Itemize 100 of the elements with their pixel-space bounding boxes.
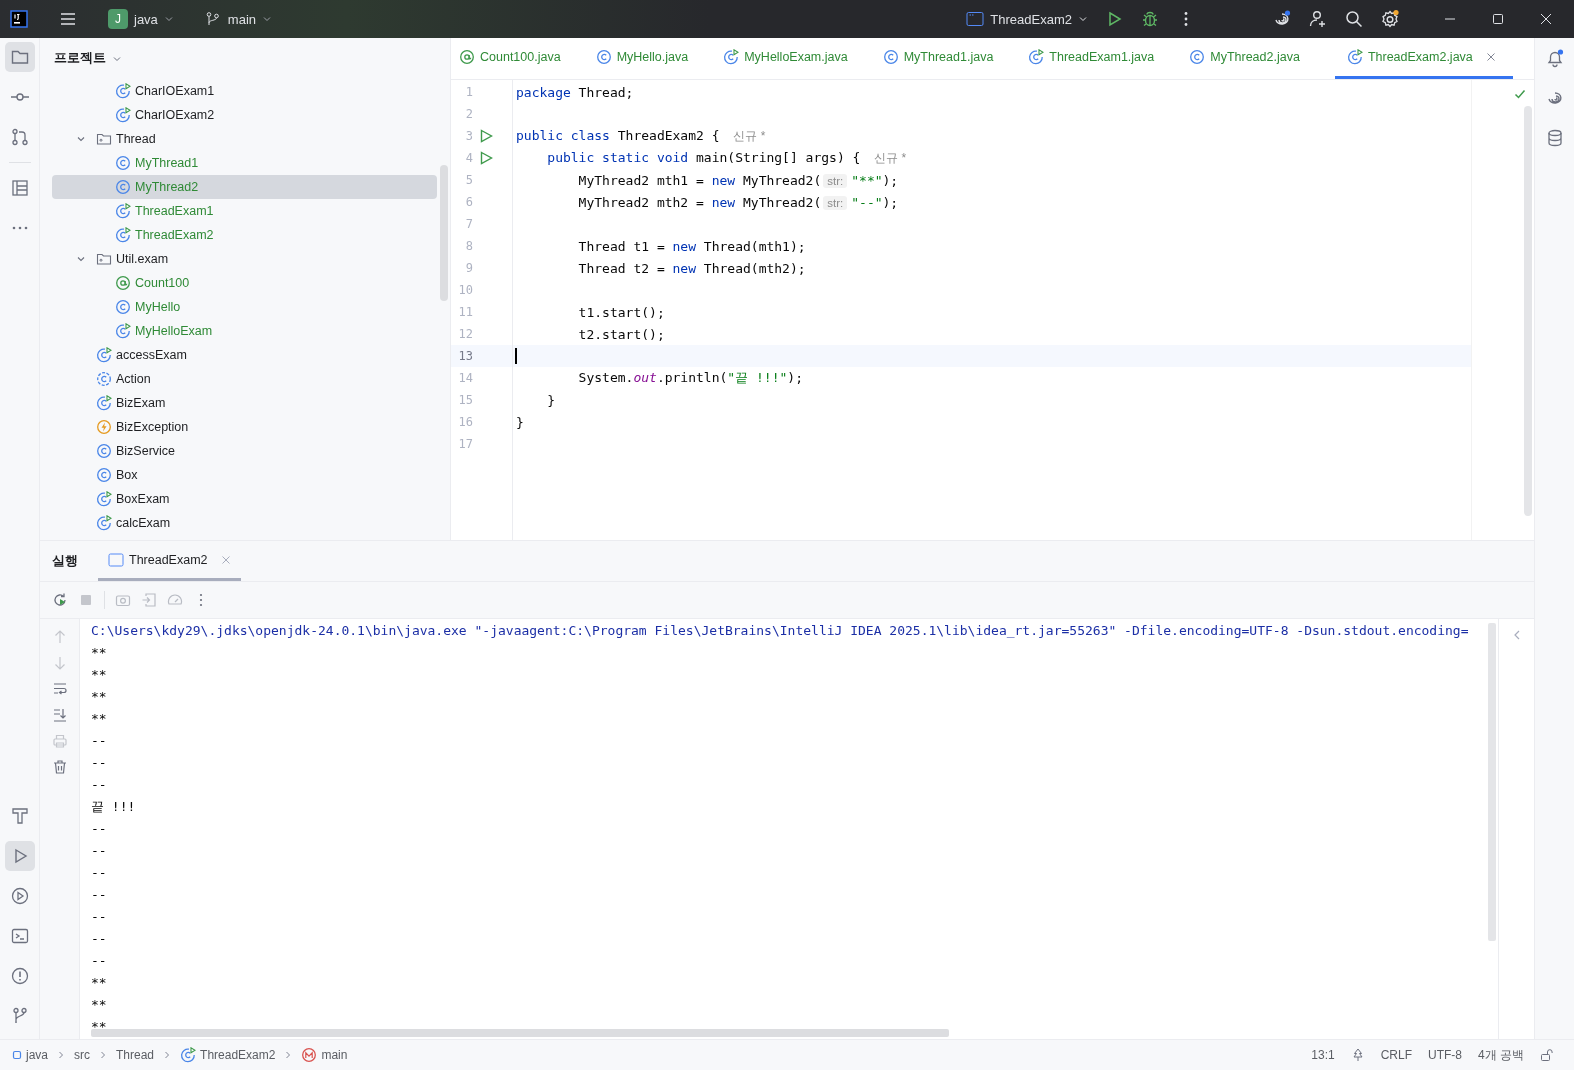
line-number: 10	[457, 283, 473, 297]
chevron-icon[interactable]	[76, 134, 86, 144]
search-icon[interactable]	[1344, 9, 1364, 29]
console-line: --	[91, 842, 107, 860]
unlock-icon[interactable]	[1540, 1048, 1554, 1062]
tree-item[interactable]: accessExam	[52, 343, 437, 367]
runnable-class-icon	[723, 49, 740, 65]
editor-tab[interactable]: MyHello.java	[595, 38, 706, 79]
chevron-icon[interactable]	[76, 254, 86, 264]
code-line: MyThread2 mth1 = new MyThread2( str: "**");	[577, 172, 899, 188]
maximize-icon[interactable]	[1492, 13, 1504, 25]
breadcrumb[interactable]: main	[301, 1047, 348, 1063]
problems-icon[interactable]	[9, 966, 30, 986]
editor-tab[interactable]: MyThread2.java	[1189, 38, 1317, 79]
code-line: MyThread2 mth2 = new MyThread2( str: "--");	[577, 194, 899, 210]
project-selector[interactable]: J java	[100, 5, 182, 33]
console-line: --	[91, 776, 107, 794]
class-icon	[115, 299, 131, 315]
settings-icon[interactable]	[1380, 9, 1400, 29]
scrollbar[interactable]	[91, 1029, 949, 1037]
breadcrumb[interactable]: java	[12, 1048, 48, 1062]
tree-item[interactable]: MyHelloExam	[52, 319, 437, 343]
breadcrumb[interactable]: src	[74, 1048, 90, 1062]
services-icon[interactable]	[9, 886, 30, 906]
tree-item[interactable]: BoxExam	[52, 487, 437, 511]
branch-selector[interactable]: main	[195, 7, 281, 31]
caret-icon	[163, 14, 174, 24]
rerun-icon[interactable]	[52, 592, 68, 608]
project-tool-button[interactable]	[4, 42, 35, 72]
chevron-right-icon	[56, 1050, 66, 1060]
run-configuration-selector[interactable]: ThreadExam2	[958, 7, 1096, 31]
class-icon	[96, 443, 112, 459]
runnable-class-icon	[96, 491, 112, 507]
line-number: 3	[464, 129, 473, 143]
breadcrumb[interactable]: Thread	[116, 1048, 155, 1062]
tree-item[interactable]: ThreadExam1	[52, 199, 437, 223]
scrollbar[interactable]	[1488, 623, 1496, 941]
tree-item[interactable]: CharIOExam1	[52, 79, 437, 103]
editor-tab[interactable]: MyHelloExam.java	[723, 38, 865, 79]
code-line: System.out.println("끝 !!!");	[577, 369, 803, 387]
tree-item[interactable]: calcExam	[52, 511, 437, 535]
console-line: --	[91, 952, 107, 970]
tree-item[interactable]: ThreadExam2	[52, 223, 437, 247]
editor-tab[interactable]: ThreadExam1.java	[1028, 38, 1172, 79]
scrollbar[interactable]	[1524, 106, 1532, 516]
run-icon[interactable]	[479, 151, 493, 165]
project-view-selector[interactable]: 프로젝트	[48, 49, 128, 68]
caret-icon	[1078, 14, 1088, 24]
structure-icon[interactable]	[9, 178, 30, 198]
run-icon[interactable]	[479, 129, 493, 143]
editor-tab[interactable]: Count100.java	[459, 38, 578, 79]
code-line: }	[516, 414, 524, 430]
tree-item[interactable]: Action	[52, 367, 437, 391]
breadcrumb[interactable]: ThreadExam2	[180, 1047, 276, 1063]
code-line: public static void main(String[] args) { 신규 *	[546, 149, 907, 167]
abstract-class-icon	[96, 371, 112, 387]
soft-wrap-icon[interactable]	[51, 681, 68, 697]
caret-position[interactable]: 13:1	[1311, 1048, 1335, 1062]
console-line: **	[91, 1018, 107, 1036]
line-number: 14	[457, 371, 473, 385]
tree-item[interactable]: MyThread1	[52, 151, 437, 175]
console-line: --	[91, 864, 107, 882]
hammer-icon[interactable]	[9, 806, 30, 826]
code-line: public class ThreadExam2 { 신규 *	[516, 127, 766, 145]
editor-tab[interactable]: MyThread1.java	[882, 38, 1011, 79]
code-line: t2.start();	[577, 326, 665, 342]
run-tab[interactable]: ThreadExam2	[98, 541, 241, 581]
bug-icon[interactable]	[1140, 9, 1160, 29]
tree-item[interactable]: BizService	[52, 439, 437, 463]
pull-request-icon[interactable]	[9, 127, 30, 147]
console-line: **	[91, 666, 107, 684]
annotation-icon	[459, 49, 475, 65]
tree-icon[interactable]	[1350, 1048, 1365, 1062]
project-badge: J	[108, 9, 128, 29]
runnable-class-icon	[96, 395, 112, 411]
line-separator[interactable]: CRLF	[1380, 1048, 1412, 1062]
add-user-icon[interactable]	[1308, 9, 1328, 29]
tree-item[interactable]: BizExam	[52, 391, 437, 415]
file-encoding[interactable]: UTF-8	[1428, 1048, 1462, 1062]
line-number: 11	[457, 305, 473, 319]
branch-name: main	[227, 11, 257, 27]
tree-item[interactable]: BizException	[52, 415, 437, 439]
editor-tab[interactable]: ThreadExam2.java	[1334, 38, 1513, 79]
class-icon	[1189, 49, 1206, 65]
line-number: 9	[464, 261, 473, 275]
scrollbar[interactable]	[440, 165, 448, 301]
folder-icon	[96, 131, 112, 147]
tree-item[interactable]: Util.exam	[52, 247, 437, 271]
runnable-class-icon	[180, 1047, 197, 1063]
tree-item[interactable]: CharIOExam2	[52, 103, 437, 127]
tree-item[interactable]: MyHello	[52, 295, 437, 319]
terminal-icon[interactable]	[9, 926, 30, 946]
indent-setting[interactable]: 4개 공백	[1478, 1046, 1524, 1064]
trash-icon[interactable]	[51, 759, 68, 775]
tree-item[interactable]: Thread	[52, 127, 437, 151]
line-number: 4	[464, 151, 473, 165]
scroll-to-end-icon[interactable]	[51, 707, 68, 723]
tree-item[interactable]: Box	[52, 463, 437, 487]
tree-item[interactable]: Count100	[52, 271, 437, 295]
line-number: 5	[464, 173, 473, 187]
